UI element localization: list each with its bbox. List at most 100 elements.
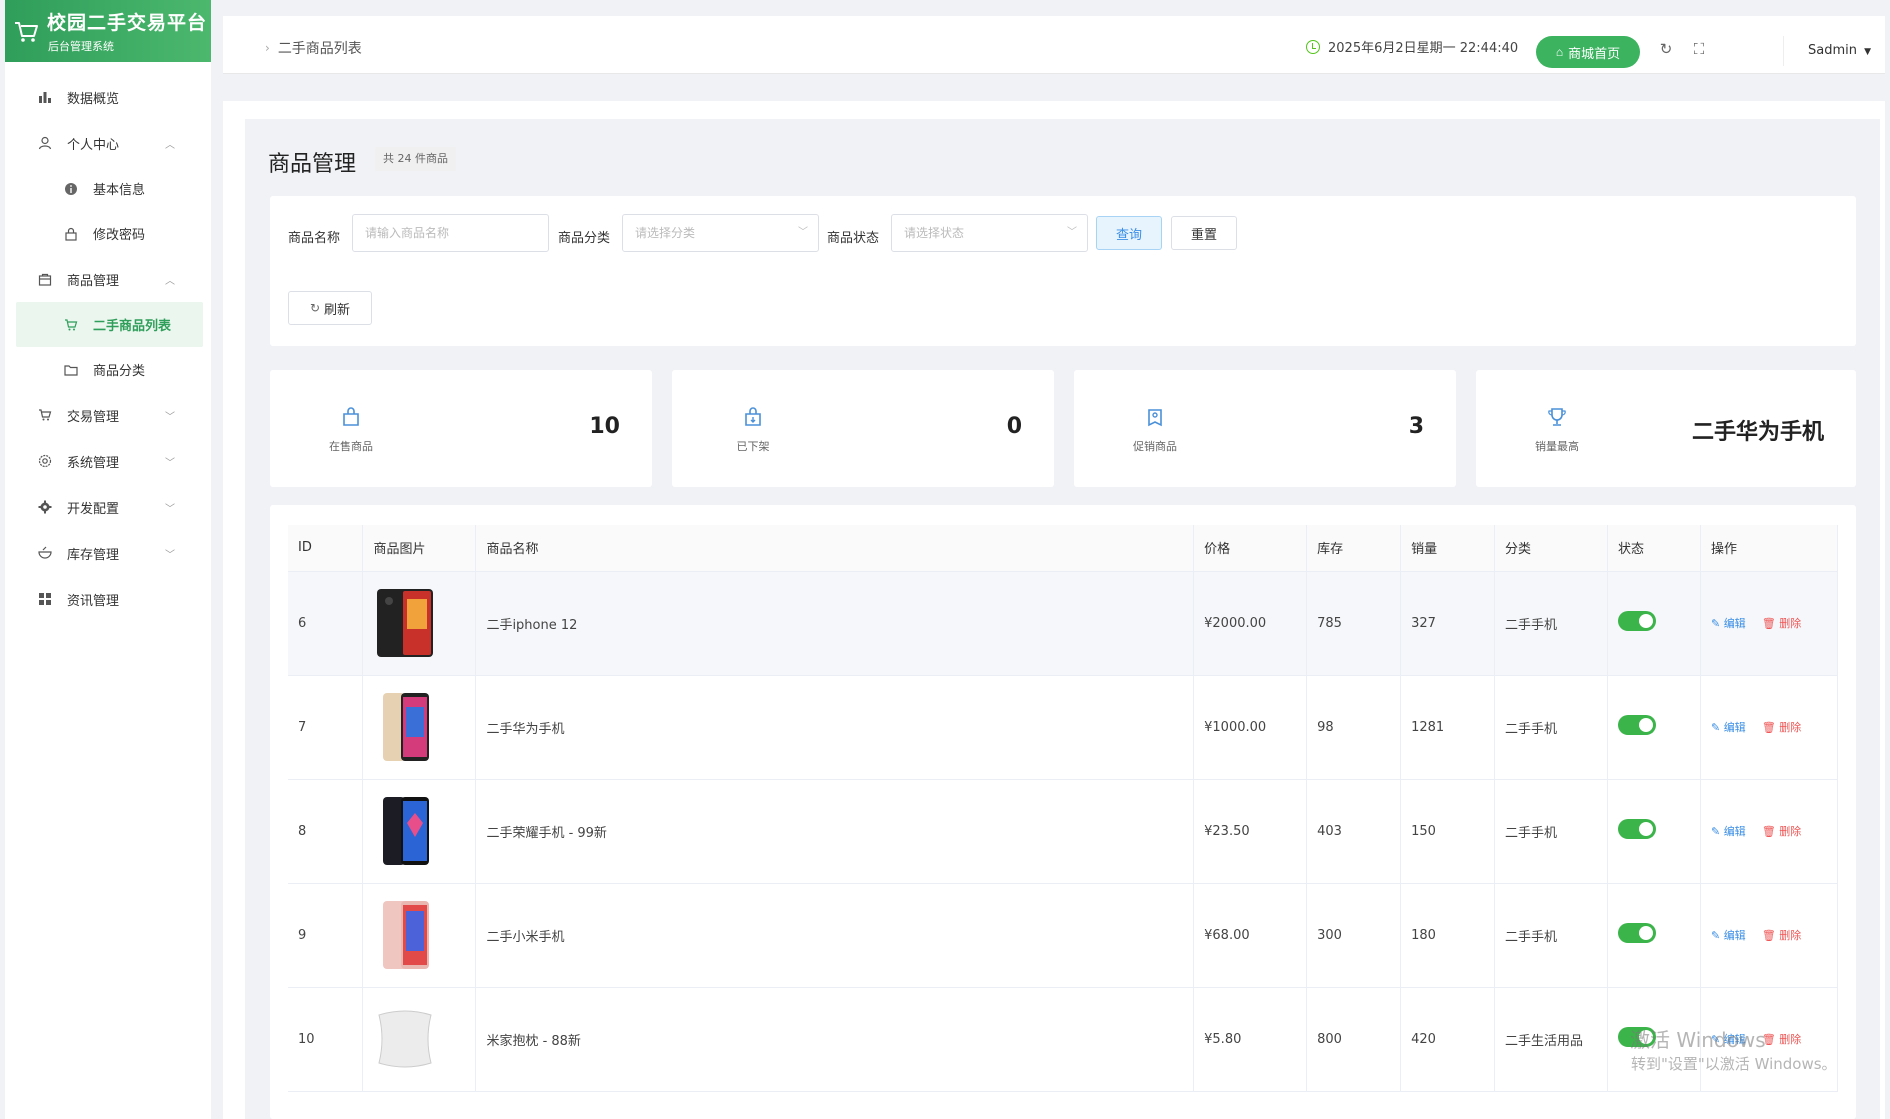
sidebar-item-system-management[interactable]: 系统管理 ﹀ bbox=[5, 438, 211, 484]
table-row[interactable]: 10 米家抱枕 - 88新 ¥5.80 800 420 二手生活用品 ✎ 编辑 … bbox=[288, 987, 1839, 1092]
chevron-up-icon: ︿ bbox=[165, 276, 175, 287]
stat-label: 销量最高 bbox=[1535, 440, 1579, 453]
delete-label: 删除 bbox=[1779, 721, 1802, 734]
clock-icon bbox=[1306, 39, 1320, 54]
product-image[interactable] bbox=[373, 897, 437, 973]
cell-stock: 785 bbox=[1306, 571, 1402, 676]
sidebar-item-dashboard[interactable]: 数据概览 bbox=[5, 74, 211, 120]
delete-button[interactable]: 🗑 删除 bbox=[1762, 721, 1801, 734]
table-row[interactable]: 8 二手荣耀手机 - 99新 ¥23.50 403 150 二手手机 ✎ 编辑 … bbox=[288, 779, 1839, 884]
datetime-display: 2025年6月2日星期一 22:44:40 bbox=[1306, 37, 1518, 56]
shop-home-button[interactable]: ⌂ 商城首页 bbox=[1536, 36, 1640, 68]
sidebar-item-label: 基本信息 bbox=[93, 183, 146, 198]
breadcrumb-current[interactable]: 二手商品列表 bbox=[278, 38, 362, 58]
cell-category: 二手生活用品 bbox=[1494, 987, 1608, 1092]
trash-icon: 🗑 bbox=[1761, 617, 1776, 630]
cell-name: 二手华为手机 bbox=[475, 675, 1195, 780]
product-image[interactable] bbox=[373, 793, 437, 869]
name-filter-input[interactable]: 请输入商品名称 bbox=[352, 214, 549, 252]
cell-image bbox=[362, 987, 477, 1092]
user-menu[interactable]: Sadmin ▼ bbox=[1808, 43, 1871, 58]
table-row[interactable]: 7 二手华为手机 ¥1000.00 98 1281 二手手机 ✎ 编辑 🗑 删除 bbox=[288, 675, 1839, 780]
cell-id: 6 bbox=[288, 571, 364, 676]
status-select[interactable]: 请选择状态 ﹀ bbox=[891, 214, 1088, 252]
bag-icon bbox=[343, 407, 359, 426]
sidebar-item-news[interactable]: 资讯管理 bbox=[5, 576, 211, 622]
sidebar: 校园二手交易平台 后台管理系统 数据概览 个人中心 ︿ 基本信息 修改密码 商品… bbox=[5, 0, 211, 1119]
bar-chart-icon bbox=[37, 89, 53, 105]
cell-status bbox=[1607, 779, 1701, 884]
sidebar-item-label: 商品分类 bbox=[93, 364, 146, 379]
cart-icon bbox=[63, 317, 79, 333]
delete-button[interactable]: 🗑 删除 bbox=[1762, 617, 1801, 630]
product-image[interactable] bbox=[373, 689, 437, 765]
edit-label: 编辑 bbox=[1723, 617, 1746, 630]
reset-button[interactable]: 重置 bbox=[1171, 216, 1237, 250]
refresh-icon[interactable]: ↻ bbox=[1657, 40, 1675, 58]
column-header: 价格 bbox=[1193, 525, 1308, 572]
delete-button[interactable]: 🗑 删除 bbox=[1762, 825, 1801, 838]
cell-price: ¥68.00 bbox=[1193, 883, 1308, 988]
column-header: ID bbox=[288, 525, 364, 572]
delete-button[interactable]: 🗑 删除 bbox=[1762, 1033, 1801, 1046]
cell-actions: ✎ 编辑 🗑 删除 bbox=[1700, 571, 1839, 676]
cell-stock: 98 bbox=[1306, 675, 1402, 780]
cell-actions: ✎ 编辑 🗑 删除 bbox=[1700, 779, 1839, 884]
bowl-icon bbox=[37, 545, 53, 561]
sidebar-item-basic-info[interactable]: 基本信息 bbox=[5, 166, 211, 211]
cell-sales: 327 bbox=[1400, 571, 1496, 676]
status-toggle[interactable] bbox=[1618, 715, 1656, 735]
sidebar-item-label: 修改密码 bbox=[93, 228, 146, 243]
edit-button[interactable]: ✎ 编辑 bbox=[1711, 929, 1746, 942]
sidebar-item-product-management[interactable]: 商品管理 ︿ bbox=[5, 256, 211, 302]
brand-subtitle: 后台管理系统 bbox=[48, 40, 114, 53]
edit-button[interactable]: ✎ 编辑 bbox=[1711, 825, 1746, 838]
cell-stock: 403 bbox=[1306, 779, 1402, 884]
cell-status bbox=[1607, 571, 1701, 676]
sidebar-item-trade-management[interactable]: 交易管理 ﹀ bbox=[5, 392, 211, 438]
sidebar-item-secondhand-list[interactable]: 二手商品列表 bbox=[16, 302, 203, 347]
sidebar-menu: 数据概览 个人中心 ︿ 基本信息 修改密码 商品管理 ︿ 二手商品列表 商品分类… bbox=[5, 74, 211, 622]
chevron-down-icon: ﹀ bbox=[165, 412, 175, 423]
fullscreen-icon[interactable]: ⛶ bbox=[1690, 40, 1708, 58]
status-toggle[interactable] bbox=[1618, 923, 1656, 943]
cell-price: ¥1000.00 bbox=[1193, 675, 1308, 780]
cell-category: 二手手机 bbox=[1494, 779, 1608, 884]
edit-label: 编辑 bbox=[1723, 721, 1746, 734]
column-header: 商品名称 bbox=[475, 525, 1195, 572]
table-row[interactable]: 9 二手小米手机 ¥68.00 300 180 二手手机 ✎ 编辑 🗑 删除 bbox=[288, 883, 1839, 988]
product-image[interactable] bbox=[373, 585, 437, 661]
sidebar-item-change-password[interactable]: 修改密码 bbox=[5, 211, 211, 256]
sidebar-item-label: 数据概览 bbox=[67, 91, 120, 107]
sidebar-item-categories[interactable]: 商品分类 bbox=[5, 347, 211, 392]
edit-button[interactable]: ✎ 编辑 bbox=[1711, 721, 1746, 734]
query-button[interactable]: 查询 bbox=[1096, 216, 1162, 250]
folder-icon bbox=[63, 362, 79, 378]
trophy-icon bbox=[1548, 408, 1566, 426]
trash-icon: 🗑 bbox=[1761, 721, 1776, 734]
breadcrumb: › 二手商品列表 bbox=[265, 38, 362, 58]
status-toggle[interactable] bbox=[1618, 611, 1656, 631]
cell-image bbox=[362, 883, 477, 988]
cell-stock: 800 bbox=[1306, 987, 1402, 1092]
edit-button[interactable]: ✎ 编辑 bbox=[1711, 617, 1746, 630]
category-select[interactable]: 请选择分类 ﹀ bbox=[622, 214, 819, 252]
stat-label: 已下架 bbox=[736, 440, 770, 453]
sidebar-item-personal[interactable]: 个人中心 ︿ bbox=[5, 120, 211, 166]
sidebar-item-inventory[interactable]: 库存管理 ﹀ bbox=[5, 530, 211, 576]
delete-button[interactable]: 🗑 删除 bbox=[1762, 929, 1801, 942]
sidebar-item-dev-config[interactable]: 开发配置 ﹀ bbox=[5, 484, 211, 530]
column-header: 状态 bbox=[1607, 525, 1701, 572]
stat-label: 促销商品 bbox=[1133, 440, 1177, 453]
category-select-placeholder: 请选择分类 bbox=[635, 226, 696, 240]
brand-header[interactable]: 校园二手交易平台 后台管理系统 bbox=[5, 0, 211, 62]
status-select-placeholder: 请选择状态 bbox=[904, 226, 965, 240]
name-filter-placeholder: 请输入商品名称 bbox=[365, 226, 450, 240]
refresh-button[interactable]: ↻ 刷新 bbox=[288, 291, 372, 325]
product-image[interactable] bbox=[373, 1001, 437, 1077]
status-toggle[interactable] bbox=[1618, 819, 1656, 839]
stat-value: 3 bbox=[1408, 414, 1424, 439]
edit-icon: ✎ bbox=[1710, 721, 1721, 734]
table-row[interactable]: 6 二手iphone 12 ¥2000.00 785 327 二手手机 ✎ 编辑… bbox=[288, 571, 1839, 676]
stat-value: 二手华为手机 bbox=[1691, 420, 1824, 445]
